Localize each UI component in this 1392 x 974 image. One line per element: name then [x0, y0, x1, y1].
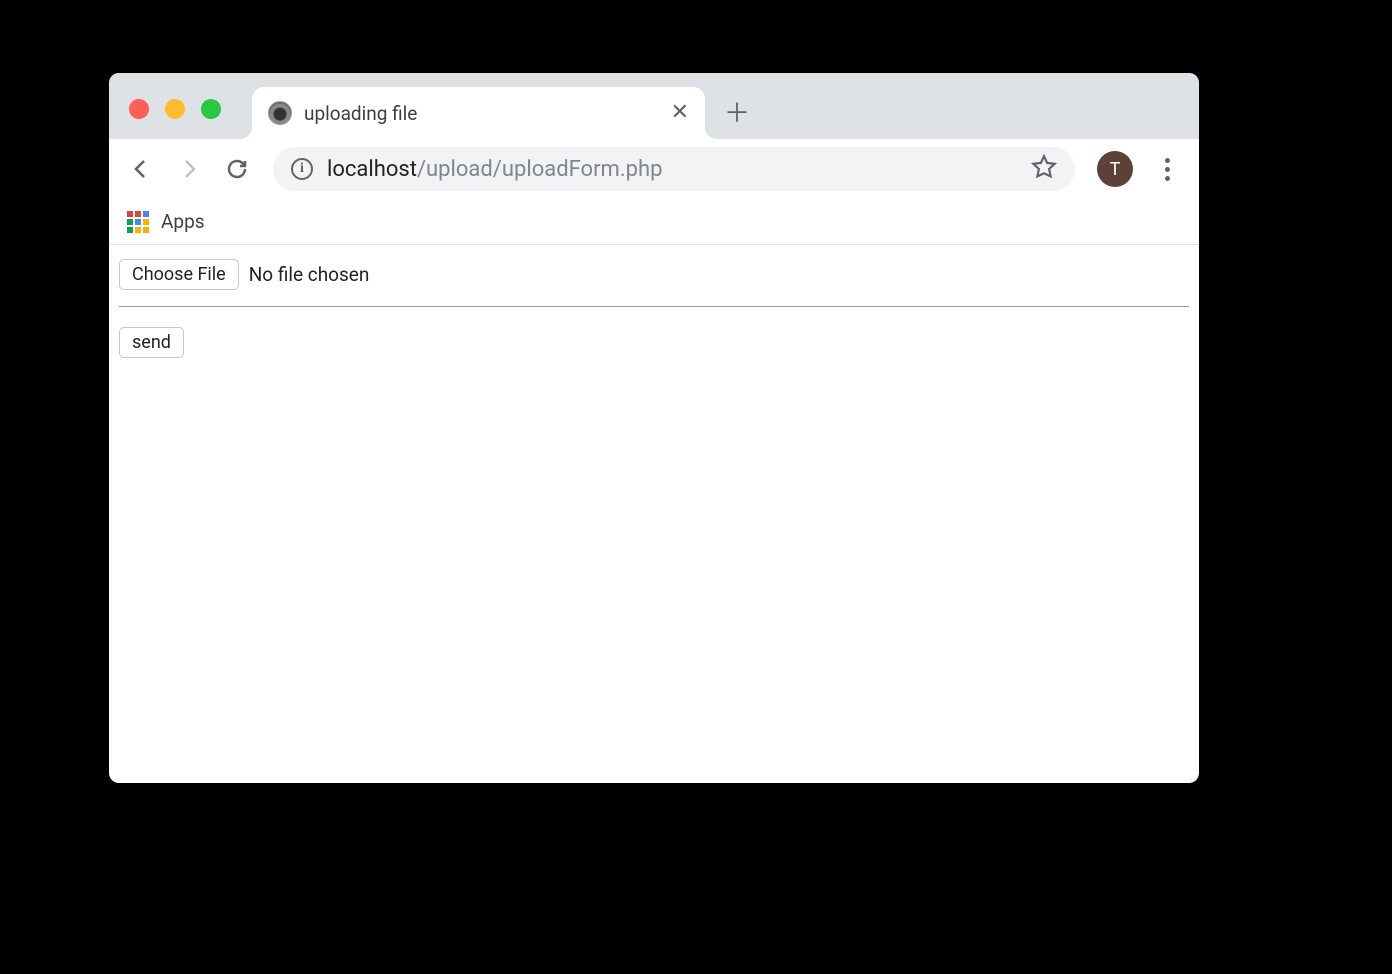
file-input[interactable]: Choose File No file chosen: [119, 259, 1189, 290]
reload-button[interactable]: [217, 149, 257, 189]
star-icon: [1031, 154, 1057, 180]
url-text: localhost/upload/uploadForm.php: [327, 157, 1017, 182]
apps-icon[interactable]: [127, 211, 149, 233]
window-close-button[interactable]: [129, 99, 149, 119]
choose-file-button[interactable]: Choose File: [119, 259, 239, 290]
forward-button[interactable]: [169, 149, 209, 189]
arrow-right-icon: [177, 157, 201, 181]
bookmarks-bar: Apps: [109, 199, 1199, 245]
window-maximize-button[interactable]: [201, 99, 221, 119]
back-button[interactable]: [121, 149, 161, 189]
site-info-icon[interactable]: i: [291, 158, 313, 180]
plus-icon: ＋: [724, 93, 750, 130]
browser-menu-button[interactable]: [1147, 149, 1187, 189]
apps-bookmark[interactable]: Apps: [161, 210, 205, 233]
address-bar[interactable]: i localhost/upload/uploadForm.php: [273, 147, 1075, 191]
bookmark-star-button[interactable]: [1031, 154, 1057, 184]
file-chosen-status: No file chosen: [249, 263, 370, 286]
url-path: /upload/uploadForm.php: [417, 157, 663, 182]
send-button[interactable]: send: [119, 327, 184, 358]
tab-favicon: [268, 101, 292, 125]
divider: [119, 306, 1189, 307]
page-content: Choose File No file chosen send: [109, 245, 1199, 372]
tab-strip: uploading file ✕ ＋: [109, 73, 1199, 139]
close-tab-icon[interactable]: ✕: [671, 102, 689, 124]
dots-icon: [1165, 158, 1170, 163]
avatar-initial: T: [1110, 159, 1121, 180]
url-host: localhost: [327, 157, 417, 182]
browser-window: uploading file ✕ ＋ i localhost/upload/up…: [109, 73, 1199, 783]
reload-icon: [225, 157, 249, 181]
new-tab-button[interactable]: ＋: [723, 97, 751, 125]
window-controls: [129, 99, 221, 119]
browser-toolbar: i localhost/upload/uploadForm.php T: [109, 139, 1199, 199]
tab-title: uploading file: [304, 102, 659, 125]
arrow-left-icon: [129, 157, 153, 181]
profile-avatar[interactable]: T: [1097, 151, 1133, 187]
browser-tab[interactable]: uploading file ✕: [252, 87, 705, 139]
window-minimize-button[interactable]: [165, 99, 185, 119]
